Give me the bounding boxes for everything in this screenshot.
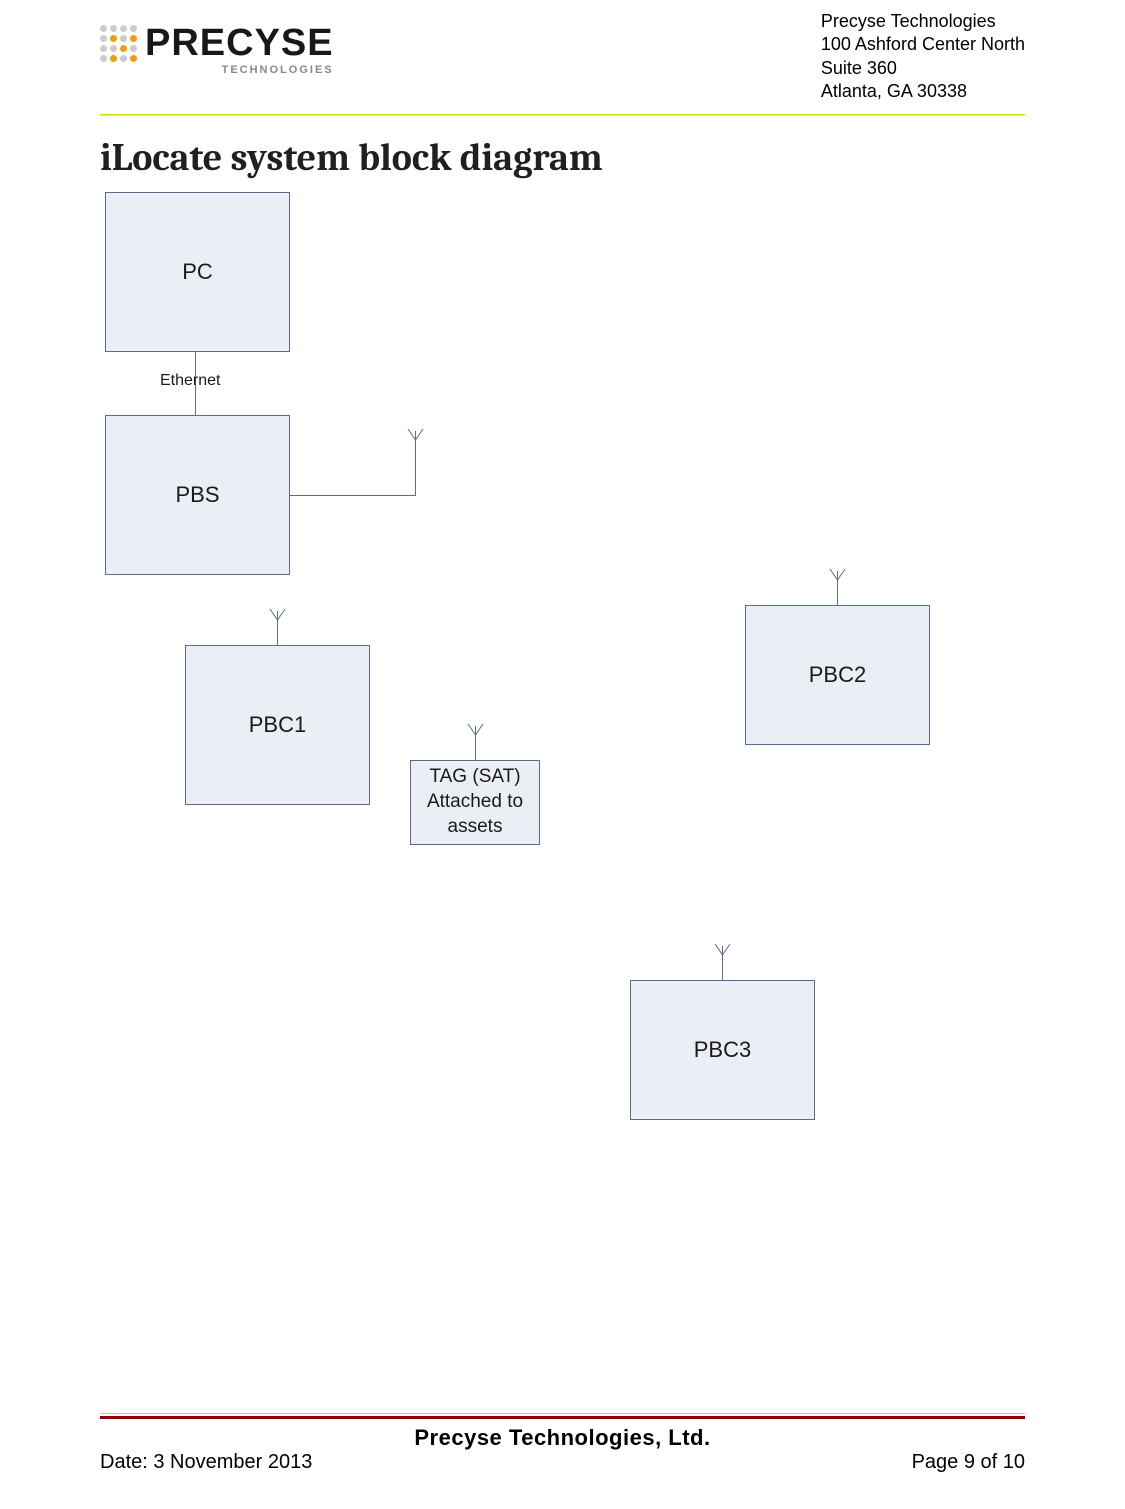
document-header: PRECYSE TECHNOLOGIES Precyse Technologie… [0,0,1125,104]
logo: PRECYSE TECHNOLOGIES [100,25,334,62]
address-line-4: Atlanta, GA 30338 [821,80,1025,103]
antenna-icon [714,943,731,963]
antenna-icon [829,568,846,588]
block-pbc2-label: PBC2 [809,661,866,690]
address-line-3: Suite 360 [821,57,1025,80]
header-divider [100,114,1025,116]
logo-text: PRECYSE TECHNOLOGIES [145,26,334,60]
logo-main: PRECYSE [145,22,334,64]
ethernet-label: Ethernet [160,372,220,390]
antenna-icon [467,723,484,743]
connector-tag-antenna [475,740,476,760]
footer-company: Precyse Technologies, Ltd. [0,1425,1125,1451]
connector-pbs-antenna-v [415,445,416,496]
connector-pbc3-antenna [722,960,723,980]
block-pc-label: PC [182,258,213,287]
block-pbs: PBS [105,415,290,575]
block-pbc1: PBC1 [185,645,370,805]
footer-date: Date: 3 November 2013 [100,1451,312,1474]
block-pc: PC [105,192,290,352]
tag-line-1: TAG (SAT) [427,765,523,790]
connector-pbs-antenna-h [290,495,415,496]
connector-pbc1-antenna [277,625,278,645]
block-pbc3: PBC3 [630,980,815,1120]
footer-page: Page 9 of 10 [912,1451,1025,1474]
block-pbc3-label: PBC3 [694,1036,751,1065]
block-tag: TAG (SAT) Attached to assets [410,760,540,845]
address-line-1: Precyse Technologies [821,10,1025,33]
footer-divider-top [100,1413,1025,1414]
company-address: Precyse Technologies 100 Ashford Center … [821,10,1025,104]
connector-pbc2-antenna [837,585,838,605]
block-pbc2: PBC2 [745,605,930,745]
address-line-2: 100 Ashford Center North [821,33,1025,56]
logo-dots-icon [100,25,137,62]
tag-line-2: Attached to [427,790,523,815]
tag-line-3: assets [427,815,523,840]
block-pbs-label: PBS [175,481,219,510]
block-diagram: PC Ethernet PBS PBC1 TAG (SAT) Attached … [100,170,1025,1220]
antenna-icon [269,608,286,628]
block-pbc1-label: PBC1 [249,711,306,740]
antenna-icon [407,428,424,448]
footer-divider-bottom [100,1416,1025,1419]
logo-sub: TECHNOLOGIES [222,66,334,76]
